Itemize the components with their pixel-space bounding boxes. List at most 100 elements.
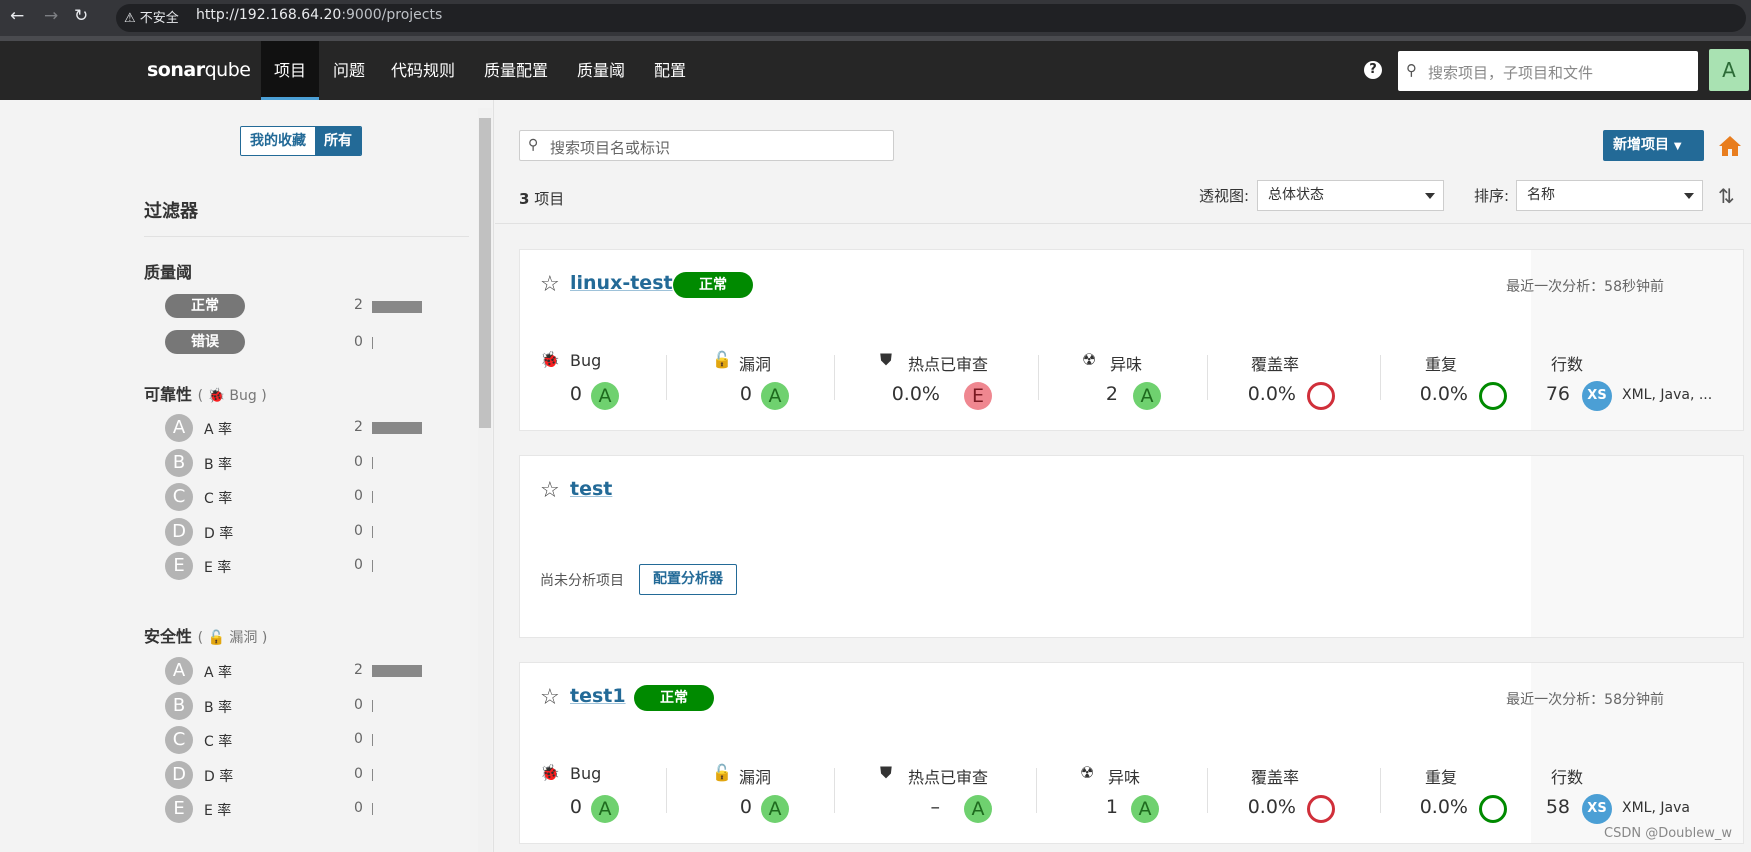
star-icon[interactable]: ☆ bbox=[540, 685, 560, 710]
project-search-input[interactable]: ⚲ 搜索项目名或标识 bbox=[519, 130, 894, 161]
rating-grade-icon[interactable]: C bbox=[165, 483, 193, 511]
rating-filter-label[interactable]: D 率 bbox=[204, 523, 233, 543]
forward-icon[interactable]: → bbox=[44, 6, 58, 26]
security-filter-title: 安全性 ( 🔓 漏洞 ) bbox=[144, 627, 268, 646]
rating-badge[interactable]: A bbox=[761, 795, 789, 823]
bug-icon: 🐞 bbox=[540, 350, 560, 369]
filter-gate-error[interactable]: 错误 bbox=[165, 330, 245, 354]
rating-grade-icon[interactable]: E bbox=[165, 552, 193, 580]
metric-value[interactable]: 2 bbox=[1086, 383, 1118, 405]
sidebar-scrollbar-thumb[interactable] bbox=[479, 118, 491, 428]
chevron-down-icon bbox=[1425, 193, 1435, 199]
nav-rules[interactable]: 代码规则 bbox=[378, 41, 468, 100]
perspective-label: 透视图: bbox=[1199, 187, 1250, 205]
security-sub: 漏洞 bbox=[229, 630, 258, 646]
metric-label: 异味 bbox=[1110, 355, 1143, 374]
watermark: CSDN @Doublew_w bbox=[1604, 826, 1733, 841]
rating-badge[interactable]: A bbox=[964, 795, 992, 823]
rating-badge[interactable]: A bbox=[1133, 382, 1161, 410]
star-icon[interactable]: ☆ bbox=[540, 272, 560, 297]
project-name-link[interactable]: test1 bbox=[570, 685, 626, 707]
rating-badge[interactable]: A bbox=[761, 382, 789, 410]
nav-quality-gates[interactable]: 质量阈 bbox=[564, 41, 638, 100]
rating-filter-label[interactable]: C 率 bbox=[204, 488, 232, 508]
filter-bar bbox=[372, 665, 422, 677]
size-badge: XS bbox=[1582, 794, 1612, 824]
rating-filter-label[interactable]: A 率 bbox=[204, 419, 232, 439]
global-search-input[interactable]: ⚲ 搜索项目，子项目和文件 bbox=[1398, 51, 1698, 91]
nav-projects[interactable]: 项目 bbox=[261, 41, 320, 100]
metric-value[interactable]: – bbox=[860, 796, 941, 818]
sort-direction-icon[interactable]: ⇅ bbox=[1718, 184, 1735, 208]
url-text[interactable]: http://192.168.64.20:9000/projects bbox=[196, 7, 442, 23]
metric-value[interactable]: 0 bbox=[720, 383, 752, 405]
radioactive-icon: ☢ bbox=[1080, 763, 1095, 782]
rating-badge[interactable]: A bbox=[591, 795, 619, 823]
rating-grade-icon[interactable]: E bbox=[165, 795, 193, 823]
rating-grade-icon[interactable]: C bbox=[165, 726, 193, 754]
star-icon[interactable]: ☆ bbox=[540, 478, 560, 503]
metric-value[interactable]: 0 bbox=[550, 796, 582, 818]
rating-filter-label[interactable]: C 率 bbox=[204, 731, 232, 751]
metric-value[interactable]: 0.0% bbox=[1220, 796, 1296, 818]
help-icon[interactable]: ? bbox=[1364, 61, 1382, 79]
configure-analysis-button[interactable]: 配置分析器 bbox=[639, 564, 737, 595]
shield-icon: ⛊ bbox=[880, 350, 893, 369]
all-projects-button[interactable]: 所有 bbox=[315, 127, 361, 155]
rating-badge[interactable]: A bbox=[1131, 795, 1159, 823]
search-icon: ⚲ bbox=[1406, 61, 1417, 79]
filter-bar bbox=[372, 337, 373, 349]
nav-issues[interactable]: 问题 bbox=[320, 41, 378, 100]
home-icon[interactable] bbox=[1718, 134, 1742, 158]
filter-count: 2 bbox=[354, 662, 363, 678]
rating-grade-icon[interactable]: A bbox=[165, 414, 193, 442]
sonarqube-logo[interactable]: sonarqube bbox=[147, 59, 251, 81]
quality-gate-filter-title: 质量阈 bbox=[144, 263, 193, 282]
metric-label: Bug bbox=[570, 764, 602, 783]
not-analyzed-text: 尚未分析项目 bbox=[540, 573, 624, 589]
sort-value: 名称 bbox=[1527, 187, 1555, 203]
rating-filter-label[interactable]: E 率 bbox=[204, 557, 231, 577]
rating-badge[interactable]: E bbox=[964, 382, 992, 410]
rating-badge[interactable]: A bbox=[591, 382, 619, 410]
rating-grade-icon[interactable]: B bbox=[165, 691, 193, 720]
last-analysis: 最近一次分析：58分钟前 bbox=[1506, 692, 1664, 708]
metric-value[interactable]: 0.0% bbox=[1392, 383, 1468, 405]
avatar[interactable]: A bbox=[1709, 49, 1749, 91]
filter-bar bbox=[372, 491, 373, 503]
project-count: 3 项目 bbox=[519, 188, 564, 209]
rating-filter-label[interactable]: A 率 bbox=[204, 662, 232, 682]
metric-value[interactable]: 0 bbox=[550, 383, 582, 405]
metric-value[interactable]: 0.0% bbox=[1392, 796, 1468, 818]
metric-value[interactable]: 0.0% bbox=[1220, 383, 1296, 405]
rating-grade-icon[interactable]: A bbox=[165, 657, 193, 685]
metric-label: 热点已审查 bbox=[908, 768, 989, 787]
insecure-label: 不安全 bbox=[139, 11, 179, 26]
filter-count: 0 bbox=[354, 765, 363, 782]
rating-filter-label[interactable]: E 率 bbox=[204, 800, 231, 820]
metric-separator bbox=[666, 355, 667, 400]
metric-value[interactable]: 0.0% bbox=[860, 383, 940, 405]
rating-grade-icon[interactable]: B bbox=[165, 448, 193, 477]
sort-select[interactable]: 名称 bbox=[1516, 180, 1703, 211]
rating-grade-icon[interactable]: D bbox=[165, 517, 193, 546]
my-favorites-button[interactable]: 我的收藏 bbox=[241, 127, 315, 155]
metric-value[interactable]: 1 bbox=[1086, 796, 1118, 818]
insecure-badge[interactable]: ⚠ 不安全 bbox=[124, 7, 179, 26]
project-name-link[interactable]: test bbox=[570, 478, 612, 500]
filter-gate-ok[interactable]: 正常 bbox=[165, 294, 245, 318]
back-icon[interactable]: ← bbox=[10, 6, 24, 26]
new-project-button[interactable]: 新增项目 ▼ bbox=[1603, 130, 1704, 161]
rating-filter-label[interactable]: D 率 bbox=[204, 766, 233, 786]
rating-filter-label[interactable]: B 率 bbox=[204, 697, 232, 717]
rating-grade-icon[interactable]: D bbox=[165, 760, 193, 789]
rating-filter-label[interactable]: B 率 bbox=[204, 454, 232, 474]
perspective-select[interactable]: 总体状态 bbox=[1257, 180, 1444, 211]
project-name-link[interactable]: linux-test bbox=[570, 272, 673, 294]
metric-value[interactable]: 0 bbox=[720, 796, 752, 818]
metric-separator bbox=[666, 768, 667, 813]
reload-icon[interactable]: ↻ bbox=[74, 6, 88, 26]
quality-gate-badge: 正常 bbox=[634, 685, 714, 711]
nav-administration[interactable]: 配置 bbox=[641, 41, 699, 100]
nav-quality-profiles[interactable]: 质量配置 bbox=[471, 41, 561, 100]
